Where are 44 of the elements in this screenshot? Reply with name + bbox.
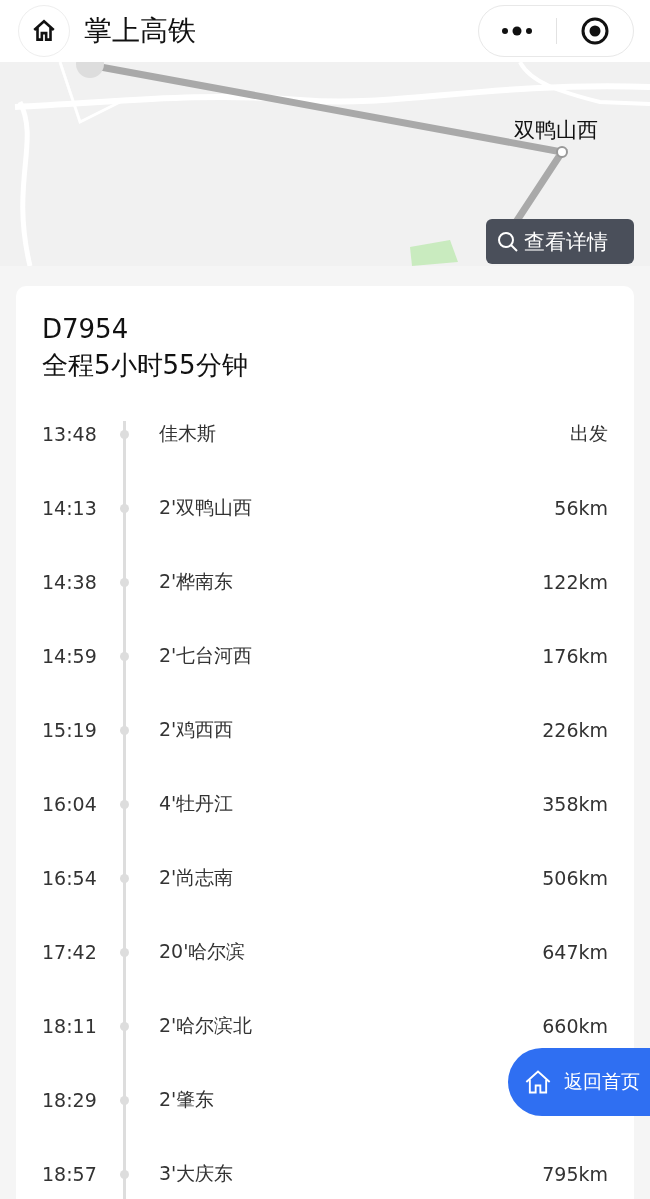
station-name: 佳木斯 <box>159 421 217 446</box>
stop-time: 14:38 <box>42 571 98 593</box>
house-icon <box>524 1068 552 1096</box>
stop-distance: 660km <box>542 1015 608 1037</box>
stop-distance: 122km <box>542 571 608 593</box>
stop-distance: 358km <box>542 793 608 815</box>
stop-distance: 226km <box>542 719 608 741</box>
station-name: 2'双鸭山西 <box>159 495 254 520</box>
back-home-button[interactable]: 返回首页 <box>508 1048 650 1116</box>
home-button[interactable] <box>18 5 70 57</box>
station-name: 4'牡丹江 <box>159 791 235 816</box>
stop-time: 18:11 <box>42 1015 98 1037</box>
stop-distance: 56km <box>554 497 608 519</box>
search-icon <box>496 229 520 254</box>
station-name: 20'哈尔滨 <box>159 939 247 964</box>
station-name: 2'肇东 <box>159 1087 216 1112</box>
home-icon <box>31 18 57 44</box>
station-name: 2'鸡西西 <box>159 717 235 742</box>
target-icon <box>579 16 610 46</box>
stop-time: 14:13 <box>42 497 98 519</box>
trip-duration: 全程5小时55分钟 <box>42 349 249 382</box>
app-title: 掌上高铁 <box>84 13 197 49</box>
stop-distance: 506km <box>542 867 608 889</box>
stop-time: 13:48 <box>42 423 98 445</box>
station-name: 2'桦南东 <box>159 569 235 594</box>
stop-distance: 647km <box>542 941 608 963</box>
station-name: 2'七台河西 <box>159 643 254 668</box>
stop-distance: 795km <box>542 1163 608 1185</box>
stop-time: 18:29 <box>42 1089 98 1111</box>
stop-time: 14:59 <box>42 645 98 667</box>
station-label: 双鸭山西 <box>514 117 598 144</box>
stop-distance: 176km <box>542 645 608 667</box>
stop-time: 16:04 <box>42 793 98 815</box>
train-number: D7954 <box>42 314 130 344</box>
station-name: 2'哈尔滨北 <box>159 1013 254 1038</box>
details-button[interactable]: 查看详情 <box>486 219 634 264</box>
stop-time: 18:57 <box>42 1163 98 1185</box>
station-name: 3'大庆东 <box>159 1161 235 1186</box>
more-icon <box>501 26 534 36</box>
stop-time: 16:54 <box>42 867 98 889</box>
stop-time: 17:42 <box>42 941 98 963</box>
station-name: 2'尚志南 <box>159 865 235 890</box>
stop-distance: 出发 <box>570 421 608 446</box>
stop-time: 15:19 <box>42 719 98 741</box>
